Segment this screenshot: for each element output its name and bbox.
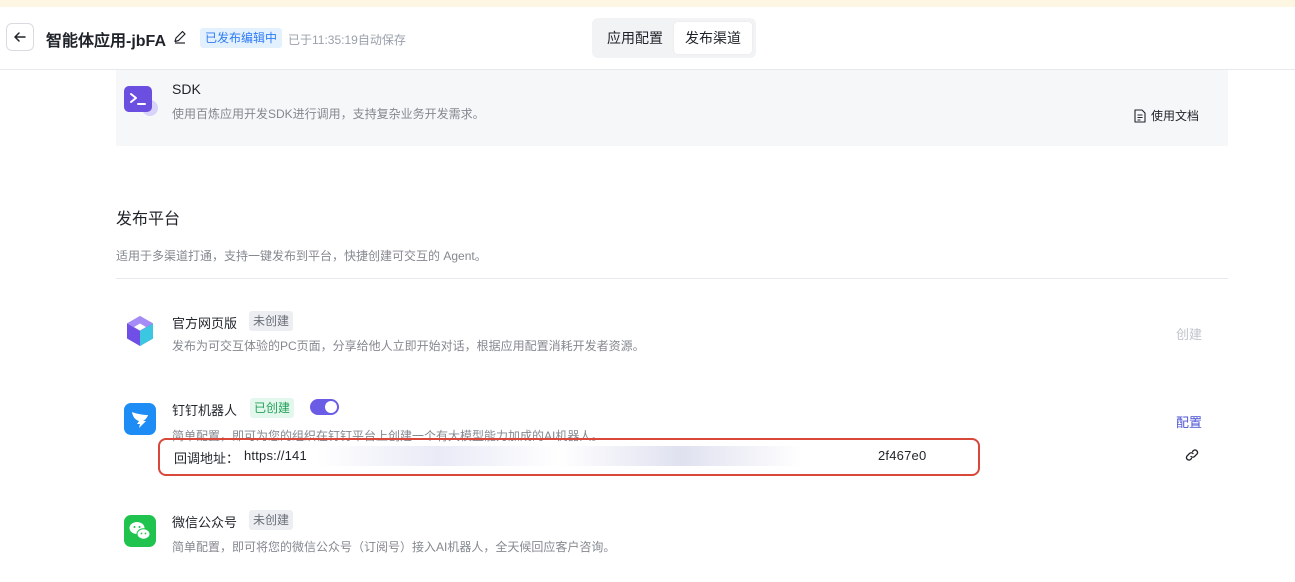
arrow-left-icon [14,32,26,42]
status-tag-dingtalk: 已创建 [250,398,295,418]
wechat-icon [124,515,156,547]
tab-app-config[interactable]: 应用配置 [596,22,674,54]
usage-docs-label: 使用文档 [1151,109,1200,123]
status-tag-wechat: 未创建 [249,510,294,530]
sdk-card: SDK 使用百炼应用开发SDK进行调用，支持复杂业务开发需求。 使用文档 [116,70,1228,146]
usage-docs-link[interactable]: 使用文档 [1134,107,1199,124]
platform-description-wechat: 简单配置，即可将您的微信公众号（订阅号）接入AI机器人，全天候回应客户咨询。 [172,540,616,554]
status-tag-web: 未创建 [249,311,294,331]
app-title: 智能体应用-jbFA [46,33,166,50]
app-header: 智能体应用-jbFA 已发布编辑中 已于11:35:19自动保存 应用配置 发布… [0,7,1295,70]
sdk-title: SDK [172,81,201,97]
section-divider [116,278,1228,279]
callback-url-row: 回调地址： https://141 2f467e0 [158,438,980,476]
top-notice-strip [0,0,1295,7]
create-button-web[interactable]: 创建 [1176,324,1202,343]
platform-description-web: 发布为可交互体验的PC页面，分享给他人立即开始对话，根据应用配置消耗开发者资源。 [172,339,645,353]
sdk-description: 使用百炼应用开发SDK进行调用，支持复杂业务开发需求。 [172,107,485,121]
document-icon [1134,108,1146,123]
web-platform-icon [127,316,153,346]
callback-url-value[interactable]: https://141 [244,448,307,463]
section-title: 发布平台 [116,211,181,228]
callback-label: 回调地址： [174,451,240,466]
callback-url-tail: 2f467e0 [878,448,927,463]
edit-icon[interactable] [172,29,188,45]
autosave-status: 已于11:35:19自动保存 [288,33,406,47]
platform-name-dingtalk: 钉钉机器人 [172,403,238,418]
toggle-knob [325,401,337,413]
link-icon[interactable] [1184,447,1200,463]
section-description: 适用于多渠道打通，支持一键发布到平台，快捷创建可交互的 Agent。 [116,249,487,263]
status-badge: 已发布编辑中 [200,28,283,48]
tab-publish-channels[interactable]: 发布渠道 [674,22,752,54]
redacted-url-segment [316,446,924,466]
dingtalk-enable-toggle[interactable] [310,399,339,415]
platform-name-web: 官方网页版 [172,316,238,331]
tab-group: 应用配置 发布渠道 [592,18,756,58]
back-button[interactable] [6,23,34,51]
platform-name-wechat: 微信公众号 [172,515,238,530]
configure-button-dingtalk[interactable]: 配置 [1176,412,1202,431]
terminal-icon [124,86,158,116]
dingtalk-icon [124,403,156,435]
